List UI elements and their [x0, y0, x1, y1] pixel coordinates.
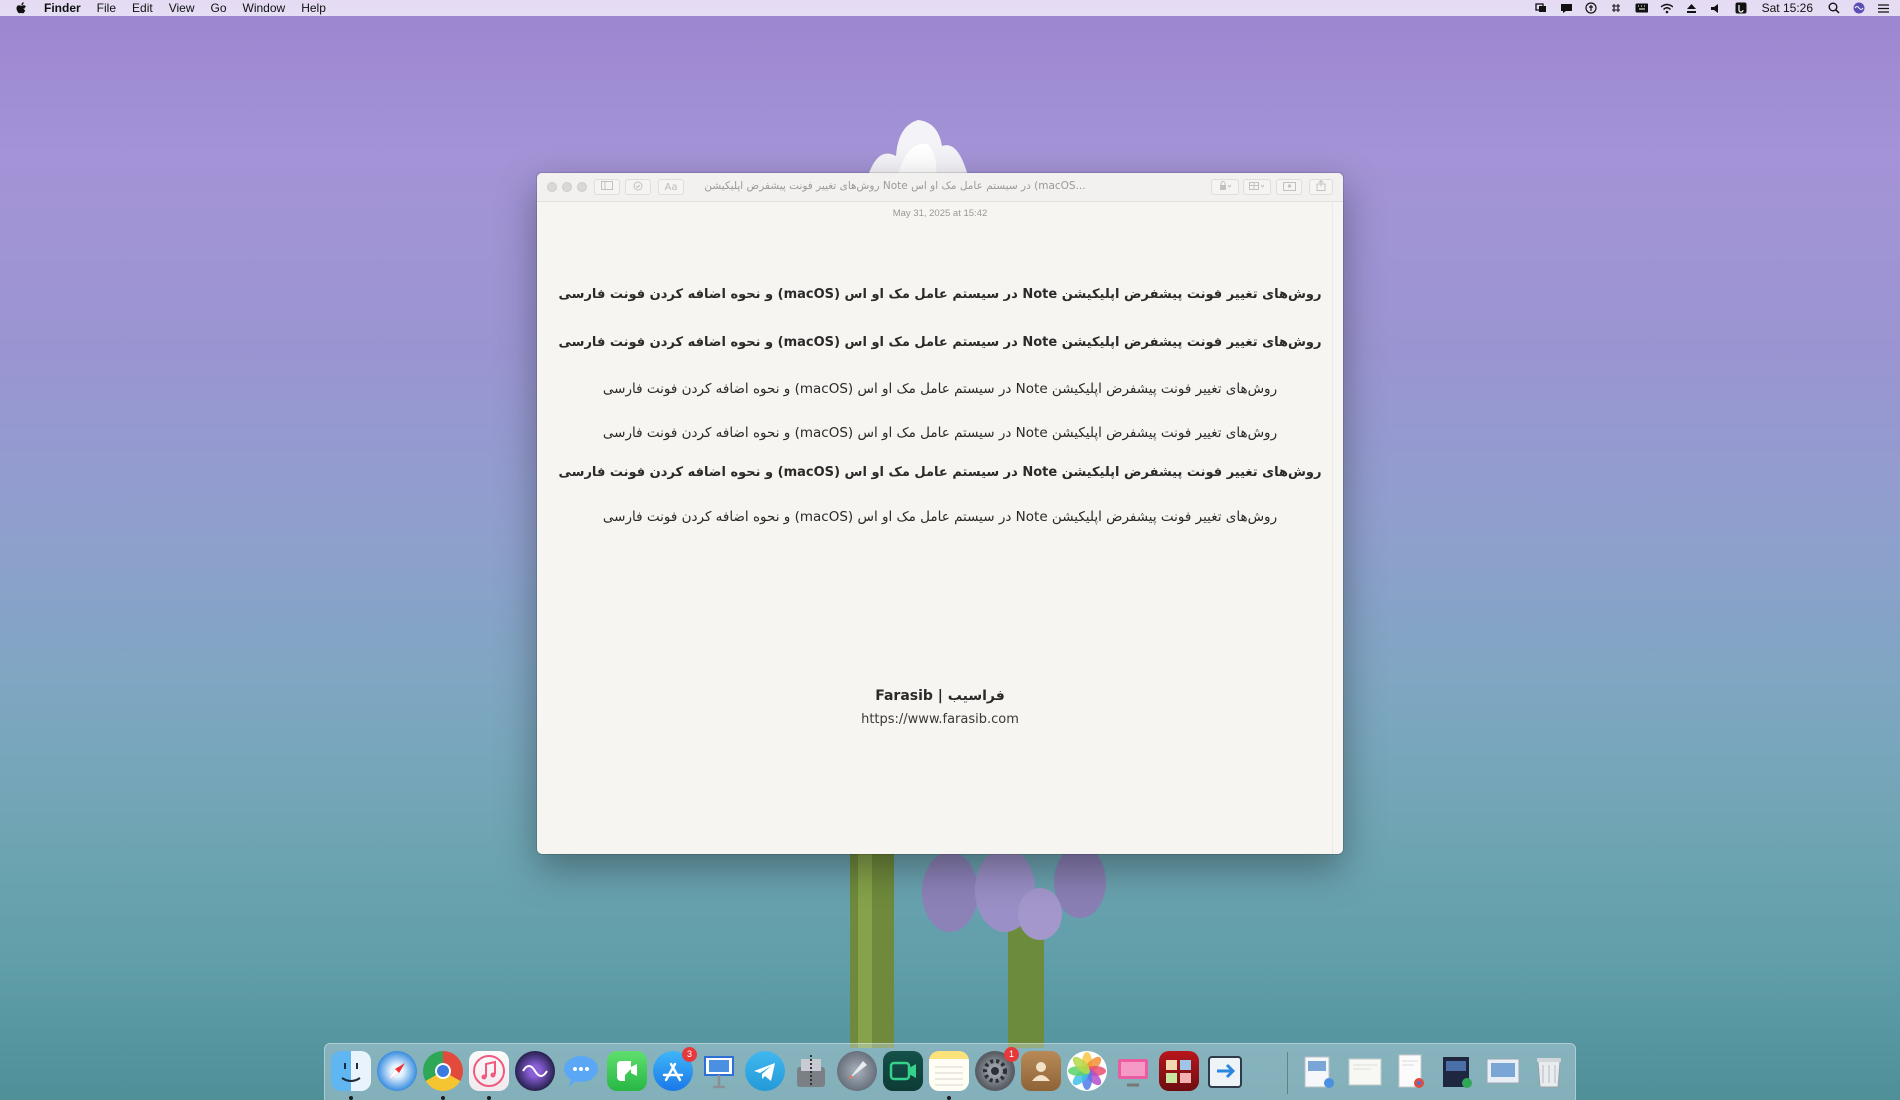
document-chrome-icon[interactable] — [1391, 1051, 1431, 1091]
table-icon — [1249, 181, 1265, 194]
photos-icon[interactable] — [1067, 1051, 1107, 1091]
note-line-3: روش‌های تغییر فونت پیشفرض اپلیکیشن Note … — [602, 381, 1278, 397]
menu-bar: Finder File Edit View Go Window Help Sat… — [0, 0, 1900, 16]
system-preferences-badge: 1 — [1004, 1047, 1019, 1062]
notes-window: Aa روش‌های تغییر فونت پیشفرض اپلیکیشن No… — [537, 173, 1343, 854]
minimize-button[interactable] — [562, 182, 572, 192]
document-blank-icon[interactable] — [1345, 1051, 1385, 1091]
menu-go[interactable]: Go — [211, 1, 227, 15]
document-preview-icon[interactable] — [1299, 1051, 1339, 1091]
scrollbar-track[interactable] — [1332, 201, 1333, 854]
volume-icon[interactable] — [1710, 3, 1723, 14]
note-line-6: روش‌های تغییر فونت پیشفرض اپلیکیشن Note … — [602, 509, 1278, 525]
note-line-1: روش‌های تغییر فونت پیشفرض اپلیکیشن Note … — [558, 287, 1322, 302]
screenshot-chrome-icon[interactable] — [1437, 1051, 1477, 1091]
notes-icon[interactable] — [929, 1051, 969, 1091]
network-extension-icon[interactable] — [1610, 3, 1623, 14]
menu-edit[interactable]: Edit — [132, 1, 153, 15]
eject-icon[interactable] — [1685, 3, 1698, 14]
note-line-5: روش‌های تغییر فونت پیشفرض اپلیکیشن Note … — [558, 465, 1322, 480]
messages-icon[interactable] — [561, 1051, 601, 1091]
menubar-clock[interactable]: Sat 15:26 — [1762, 1, 1813, 15]
dock: 3 1 — [324, 1043, 1576, 1100]
trash-icon[interactable] — [1529, 1051, 1569, 1091]
spotlight-search-icon[interactable] — [1827, 2, 1840, 14]
input-source-icon[interactable] — [1735, 2, 1748, 14]
telegram-icon[interactable] — [745, 1051, 785, 1091]
video-call-icon[interactable] — [883, 1051, 923, 1091]
menu-file[interactable]: File — [97, 1, 116, 15]
table-button[interactable] — [1243, 179, 1271, 195]
apple-menu-icon[interactable] — [14, 1, 28, 15]
contacts-icon[interactable] — [1021, 1051, 1061, 1091]
lock-button[interactable] — [1211, 179, 1239, 195]
sidebar-icon — [601, 181, 613, 193]
launchpad-icon[interactable] — [837, 1051, 877, 1091]
music-icon[interactable] — [469, 1051, 509, 1091]
toggle-sidebar-button[interactable] — [594, 179, 620, 195]
archive-utility-icon[interactable] — [791, 1051, 831, 1091]
accessibility-icon[interactable] — [1585, 2, 1598, 14]
menu-window[interactable]: Window — [243, 1, 286, 15]
app-store-badge: 3 — [682, 1047, 697, 1062]
share-icon — [1316, 179, 1326, 194]
finder-icon[interactable] — [331, 1051, 371, 1091]
screenshot-window-icon[interactable] — [1483, 1051, 1523, 1091]
menu-help[interactable]: Help — [301, 1, 326, 15]
window-titlebar: Aa روش‌های تغییر فونت پیشفرض اپلیکیشن No… — [537, 173, 1343, 202]
wallpaper-flower-stems — [850, 852, 1106, 1048]
add-people-icon — [1282, 181, 1296, 194]
dock-separator — [1287, 1052, 1288, 1094]
menu-finder[interactable]: Finder — [44, 1, 81, 15]
zoom-button[interactable] — [577, 182, 587, 192]
share-button[interactable] — [1309, 179, 1333, 195]
safari-icon[interactable] — [377, 1051, 417, 1091]
siri-app-icon[interactable] — [515, 1051, 555, 1091]
menu-view[interactable]: View — [169, 1, 195, 15]
format-label: Aa — [664, 181, 678, 193]
lock-icon — [1218, 180, 1232, 194]
keynote-icon[interactable] — [699, 1051, 739, 1091]
wifi-icon[interactable] — [1660, 3, 1673, 14]
screen-mirror-icon[interactable] — [1535, 3, 1548, 14]
format-button[interactable]: Aa — [658, 179, 684, 195]
system-preferences-icon[interactable]: 1 — [975, 1047, 1019, 1091]
notifications-icon[interactable] — [1560, 3, 1573, 14]
facetime-icon[interactable] — [607, 1051, 647, 1091]
note-url[interactable]: https://www.farasib.com — [537, 712, 1343, 727]
app-store-icon[interactable]: 3 — [653, 1047, 697, 1091]
note-date: May 31, 2025 at 15:42 — [892, 208, 988, 219]
checklist-icon — [633, 181, 643, 194]
photo-booth-icon[interactable] — [1159, 1051, 1199, 1091]
window-title: روش‌های تغییر فونت پیشفرض اپلیکیشن Note … — [704, 180, 1086, 192]
screen-sharing-icon[interactable] — [1113, 1051, 1153, 1091]
note-line-2: روش‌های تغییر فونت پیشفرض اپلیکیشن Note … — [558, 335, 1322, 350]
migration-icon[interactable] — [1205, 1051, 1245, 1091]
control-center-icon[interactable] — [1877, 3, 1890, 14]
keyboard-icon[interactable] — [1635, 3, 1648, 14]
siri-icon[interactable] — [1852, 2, 1865, 14]
checklist-button[interactable] — [625, 179, 651, 195]
add-people-button[interactable] — [1276, 179, 1302, 195]
note-line-4: روش‌های تغییر فونت پیشفرض اپلیکیشن Note … — [602, 425, 1278, 441]
chrome-icon[interactable] — [423, 1051, 463, 1091]
close-button[interactable] — [547, 182, 557, 192]
note-signature: Farasib | فراسیب — [875, 688, 1005, 704]
